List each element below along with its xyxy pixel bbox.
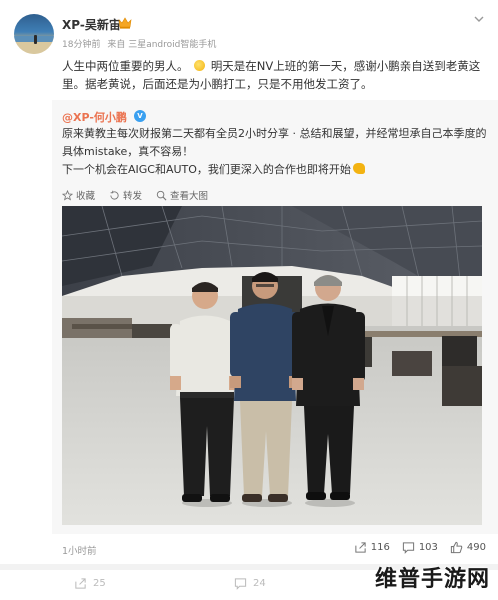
avatar[interactable] (14, 14, 54, 54)
repost-text: 原来黄教主每次财报第二天都有全员2小时分享 · 总结和展望，并经常坦承自己本季度… (62, 125, 488, 179)
post-text-part1: 人生中两位重要的男人。 (62, 59, 189, 73)
repost-username[interactable]: @XP-何小鹏 (62, 109, 127, 125)
rotate-icon (110, 190, 119, 200)
favorite-button[interactable]: 收藏 (62, 188, 95, 202)
repost-card[interactable]: @XP-何小鹏 V 原来黄教主每次财报第二天都有全员2小时分享 · 总结和展望，… (52, 100, 498, 534)
bicep-emoji-icon (352, 163, 365, 174)
like-button[interactable]: 490 (450, 541, 486, 554)
favorite-label: 收藏 (76, 191, 96, 202)
sun-emoji-icon (194, 60, 206, 71)
post-text: 人生中两位重要的男人。 明天是在NV上班的第一天，感谢小鹏亲自送到老黄这里。据老… (62, 57, 482, 93)
share-icon (355, 542, 366, 553)
post-footer: 1小时前 116 103 490 (0, 534, 498, 564)
image-actions: 收藏 转发 查看大图 (62, 188, 208, 202)
rotate-label: 转发 (123, 191, 143, 202)
repost-text-line2-text: 下一个机会在AIGC和AUTO，我们更深入的合作也即将开始 (62, 163, 351, 176)
post-stats: 116 103 490 (354, 541, 486, 554)
star-icon (62, 189, 73, 201)
comment-count: 103 (418, 542, 438, 553)
post-photo[interactable] (62, 206, 482, 525)
repost-time: 1小时前 (62, 546, 97, 557)
thumbs-up-icon (450, 541, 463, 554)
bottom-share-button[interactable]: 25 (74, 577, 106, 590)
avatar-figure (34, 35, 37, 44)
comment-icon (234, 578, 247, 590)
verified-badge-icon: V (134, 110, 146, 122)
post-source: 来自 三星android智能手机 (107, 40, 217, 50)
username[interactable]: XP-吴新宙 (62, 16, 121, 33)
share-button[interactable]: 116 (354, 541, 390, 554)
post-header: XP-吴新宙 18分钟前 来自 三星android智能手机 人生中两位重要的男人… (0, 0, 498, 100)
share-count: 116 (370, 542, 390, 553)
crown-icon (118, 17, 132, 29)
comment-button[interactable]: 103 (402, 541, 438, 554)
repost-text-line2: 下一个机会在AIGC和AUTO，我们更深入的合作也即将开始 (62, 161, 488, 179)
post-time: 18分钟前 (62, 40, 101, 50)
comment-icon (402, 542, 414, 554)
view-large-label: 查看大图 (170, 191, 209, 202)
site-watermark: 维普手游网 (374, 567, 490, 592)
repost-text-line1: 原来黄教主每次财报第二天都有全员2小时分享 · 总结和展望，并经常坦承自己本季度… (62, 127, 487, 158)
zoom-icon (156, 190, 167, 200)
share-icon (75, 578, 86, 589)
rotate-button[interactable]: 转发 (109, 188, 142, 202)
like-count: 490 (466, 542, 486, 553)
bottom-share-count: 25 (93, 578, 106, 589)
photo-illustration (62, 206, 482, 525)
chevron-down-icon[interactable] (472, 12, 486, 26)
view-large-button[interactable]: 查看大图 (156, 188, 208, 202)
bottom-comment-button[interactable]: 24 (234, 577, 266, 590)
bottom-comment-count: 24 (253, 578, 266, 589)
post-meta: 18分钟前 来自 三星android智能手机 (62, 37, 220, 50)
